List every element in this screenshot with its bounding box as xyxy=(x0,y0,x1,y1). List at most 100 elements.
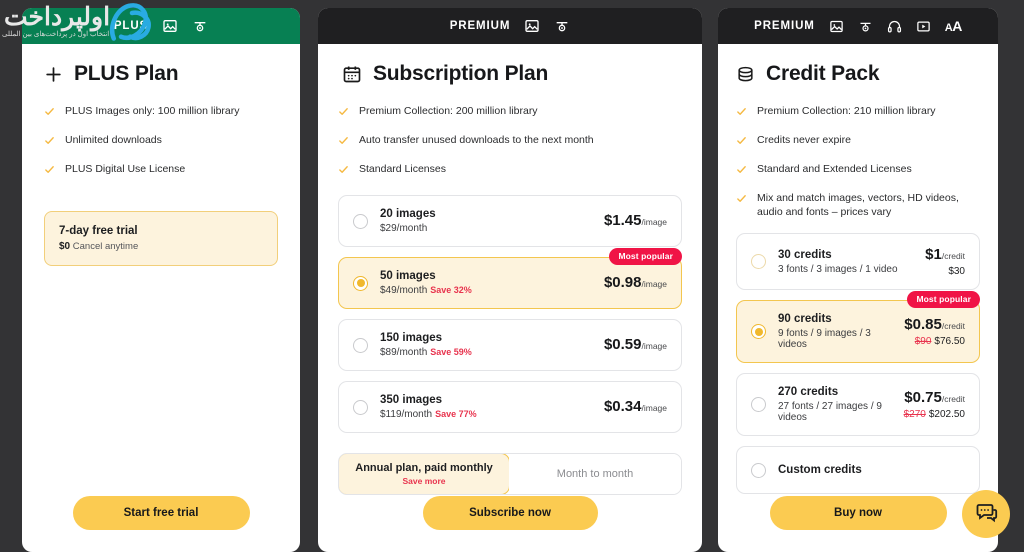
price-unit: /image xyxy=(641,341,667,351)
chat-icon xyxy=(974,501,998,528)
price-total-row: $90 $76.50 xyxy=(904,336,965,347)
option-info: 350 images $119/month Save 77% xyxy=(380,394,592,420)
feature-label: Unlimited downloads xyxy=(65,134,162,146)
check-icon xyxy=(338,134,349,150)
price-amount: $0.98 xyxy=(603,274,642,291)
radio-button[interactable] xyxy=(353,213,368,229)
radio-button[interactable] xyxy=(353,337,368,353)
option-price: $0.34/image xyxy=(604,398,667,416)
option-sub: $49/month Save 32% xyxy=(380,285,592,296)
check-icon xyxy=(44,134,55,150)
option-row[interactable]: 30 credits 3 fonts / 3 images / 1 video … xyxy=(736,233,980,291)
header-label: PREMIUM xyxy=(754,20,815,32)
toggle-month-to-month[interactable]: Month to month xyxy=(509,454,681,494)
feature-item: Standard Licenses xyxy=(338,162,682,179)
subscribe-now-button[interactable]: Subscribe now xyxy=(422,496,598,530)
radio-button[interactable] xyxy=(751,324,766,340)
price-amount: $0.59 xyxy=(603,336,642,353)
option-save: Save 59% xyxy=(430,347,472,357)
check-icon xyxy=(736,163,747,179)
option-sub: 3 fonts / 3 images / 1 video xyxy=(778,263,898,275)
radio-button[interactable] xyxy=(751,397,766,413)
feature-item: Auto transfer unused downloads to the ne… xyxy=(338,133,682,150)
feature-item: Credits never expire xyxy=(736,133,980,150)
option-row[interactable]: 350 images $119/month Save 77% $0.34/imag… xyxy=(338,381,682,433)
option-save: Save 32% xyxy=(430,285,472,295)
check-icon xyxy=(736,192,747,208)
price-total-row: $30 xyxy=(925,266,965,277)
toggle-annual-plan[interactable]: Annual plan, paid monthly Save more xyxy=(339,454,510,494)
image-icon xyxy=(524,18,540,34)
feature-item: Standard and Extended Licenses xyxy=(736,162,980,179)
plan-title-subscription: Subscription Plan xyxy=(342,62,682,86)
radio-button[interactable] xyxy=(353,275,368,291)
feature-list-subscription: Premium Collection: 200 million library … xyxy=(338,104,682,179)
option-sub: $29/month xyxy=(380,223,592,234)
check-icon xyxy=(338,163,349,179)
feature-item: Premium Collection: 210 million library xyxy=(736,104,980,121)
option-price: $0.98/image xyxy=(604,274,667,292)
start-free-trial-button[interactable]: Start free trial xyxy=(72,496,250,530)
option-info: 50 images $49/month Save 32% xyxy=(380,270,592,296)
header-label: PLUS xyxy=(113,20,149,32)
header-label: PREMIUM xyxy=(449,20,511,32)
check-icon xyxy=(736,134,747,150)
vector-icon xyxy=(554,18,570,34)
status-badge: Most popular xyxy=(907,291,980,309)
option-row[interactable]: Most popular 50 images $49/month Save 32%… xyxy=(338,248,682,309)
option-monthly-price: $49/month xyxy=(380,285,428,296)
radio-button[interactable] xyxy=(751,254,766,270)
trial-price: $0 xyxy=(59,241,71,252)
feature-list-plus: PLUS Images only: 100 million library Un… xyxy=(44,104,278,179)
price-unit: /credit xyxy=(941,321,965,332)
option-sub: 9 fonts / 9 images / 3 videos xyxy=(778,328,871,351)
plus-icon xyxy=(44,65,63,84)
image-icon xyxy=(829,19,844,34)
option-sub: $89/month Save 59% xyxy=(380,347,592,358)
price-unit: /image xyxy=(641,403,667,413)
feature-item: Unlimited downloads xyxy=(44,133,278,150)
price-strikethrough: $90 xyxy=(914,336,932,348)
option-name: 150 images xyxy=(380,332,443,344)
feature-item: Premium Collection: 200 million library xyxy=(338,104,682,121)
price-total-row: $270 $202.50 xyxy=(904,409,965,420)
cta-wrap-subscription: Subscribe now xyxy=(338,496,682,552)
price-unit: /credit xyxy=(941,394,965,405)
subscription-options: 20 images $29/month $1.45/image Most pop… xyxy=(338,195,682,433)
option-row[interactable]: 20 images $29/month $1.45/image xyxy=(338,195,682,247)
radio-button[interactable] xyxy=(751,462,766,478)
feature-item: PLUS Digital Use License xyxy=(44,162,278,179)
option-row[interactable]: 150 images $89/month Save 59% $0.59/image xyxy=(338,319,682,371)
feature-item: Mix and match images, vectors, HD videos… xyxy=(736,191,980,219)
option-row[interactable]: 270 credits 27 fonts / 27 images / 9 vid… xyxy=(736,373,980,437)
toggle-save-label: Save more xyxy=(402,476,446,486)
option-info: 150 images $89/month Save 59% xyxy=(380,332,592,358)
price-unit: /credit xyxy=(941,251,965,262)
check-icon xyxy=(736,105,747,121)
feature-label: Credits never expire xyxy=(757,134,851,146)
card-header-credit: PREMIUM AA xyxy=(718,8,998,44)
vector-icon xyxy=(192,18,208,34)
chat-support-button[interactable] xyxy=(962,490,1010,538)
font-icon: AA xyxy=(944,18,963,34)
coins-icon xyxy=(736,65,755,84)
price-total: $76.50 xyxy=(934,336,965,348)
price-unit: /image xyxy=(641,217,667,227)
option-save: Save 77% xyxy=(435,409,477,419)
check-icon xyxy=(44,105,55,121)
trial-note: $0 Cancel anytime xyxy=(59,241,263,252)
page-title: PLUS Plan xyxy=(74,62,179,85)
price-amount: $1 xyxy=(925,246,942,264)
radio-button[interactable] xyxy=(353,399,368,415)
option-row[interactable]: Most popular 90 credits 9 fonts / 9 imag… xyxy=(736,291,980,364)
feature-label: Premium Collection: 200 million library xyxy=(359,105,538,117)
audio-icon xyxy=(887,19,902,34)
page-title: Subscription Plan xyxy=(373,62,549,85)
toggle-label: Month to month xyxy=(556,468,634,480)
card-body-plus: PLUS Plan PLUS Images only: 100 million … xyxy=(22,44,300,552)
option-price: $1.45/image xyxy=(604,212,667,230)
price-amount: $0.34 xyxy=(603,398,642,415)
vector-icon xyxy=(858,19,873,34)
option-row[interactable]: Custom credits xyxy=(736,446,980,495)
buy-now-button[interactable]: Buy now xyxy=(769,496,947,530)
